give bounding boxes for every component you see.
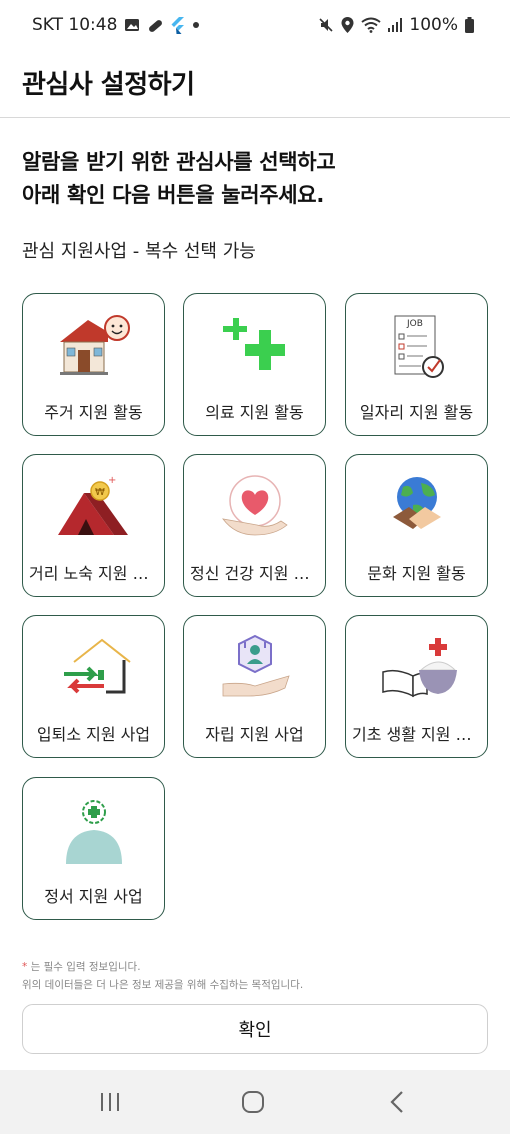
notification-dot-icon (192, 21, 200, 29)
location-icon (341, 17, 354, 33)
purpose-note: 위의 데이터들은 더 나은 정보 제공을 위해 수집하는 목적입니다. (22, 979, 304, 991)
selection-subtitle: 관심 지원사업 - 복수 선택 가능 (22, 241, 256, 262)
recent-apps-icon (101, 1093, 119, 1111)
category-card-self-reliance[interactable]: 자립 지원 사업 (183, 615, 326, 758)
book-rice-icon (377, 634, 457, 702)
in-out-house-icon (54, 634, 134, 702)
category-label: 정신 건강 지원 활동 (190, 564, 319, 583)
category-label: 기초 생활 지원 사업 (352, 725, 481, 744)
status-right: 100% (318, 15, 474, 35)
category-card-emotional[interactable]: 정서 지원 사업 (22, 777, 165, 920)
required-note: * 는 필수 입력 정보입니다. (22, 958, 303, 976)
mute-icon (318, 17, 334, 33)
info-note: * 는 필수 입력 정보입니다. 위의 데이터들은 더 나은 정보 제공을 위해… (22, 958, 303, 994)
battery-percent: 100% (409, 15, 458, 35)
medical-cross-icon (215, 312, 295, 380)
required-note-text: 는 필수 입력 정보입니다. (27, 961, 141, 973)
flutter-icon (171, 16, 185, 34)
category-card-mental-health[interactable]: 정신 건강 지원 활동 (183, 454, 326, 597)
category-label: 주거 지원 활동 (44, 403, 143, 422)
globe-handshake-icon (377, 473, 457, 541)
wifi-icon (361, 17, 382, 33)
svg-text:₩: ₩ (95, 487, 105, 498)
home-icon (242, 1091, 264, 1113)
category-card-culture[interactable]: 문화 지원 활동 (345, 454, 488, 597)
self-reliance-icon (215, 634, 295, 702)
pill-icon (147, 17, 164, 34)
gallery-icon (124, 17, 140, 33)
category-card-medical[interactable]: 의료 지원 활동 (183, 293, 326, 436)
house-icon (54, 312, 134, 380)
instruction-line-1: 알람을 받기 위한 관심사를 선택하고 (22, 150, 336, 174)
status-bar: SKT 10:48 100% (0, 0, 510, 50)
svg-text:+: + (108, 475, 116, 486)
category-card-housing[interactable]: 주거 지원 활동 (22, 293, 165, 436)
battery-icon (465, 17, 474, 33)
instruction-line-2: 아래 확인 다음 버튼을 눌러주세요. (22, 183, 325, 207)
category-card-basic-living[interactable]: 기초 생활 지원 사업 (345, 615, 488, 758)
category-label: 정서 지원 사업 (44, 887, 143, 906)
category-label: 일자리 지원 활동 (359, 403, 474, 422)
tent-icon: ₩ + (54, 473, 134, 541)
instruction-text: 알람을 받기 위한 관심사를 선택하고 아래 확인 다음 버튼을 눌러주세요. (22, 146, 336, 212)
page-title: 관심사 설정하기 (22, 70, 195, 100)
category-card-jobs[interactable]: JOB 일자리 지원 활동 (345, 293, 488, 436)
home-button[interactable] (238, 1088, 268, 1116)
app-header: 관심사 설정하기 (0, 50, 510, 118)
category-label: 입퇴소 지원 사업 (36, 725, 151, 744)
back-button[interactable] (382, 1088, 412, 1116)
category-label: 의료 지원 활동 (205, 403, 304, 422)
carrier-time: SKT 10:48 (32, 15, 118, 35)
status-left: SKT 10:48 (32, 15, 200, 35)
job-checklist-icon: JOB (377, 312, 457, 380)
category-label: 자립 지원 사업 (205, 725, 304, 744)
svg-text:JOB: JOB (406, 319, 423, 329)
category-label: 문화 지원 활동 (367, 564, 466, 583)
signal-icon (388, 18, 403, 32)
category-card-homeless[interactable]: ₩ + 거리 노숙 지원 활동 (22, 454, 165, 597)
category-card-admission[interactable]: 입퇴소 지원 사업 (22, 615, 165, 758)
system-nav-bar (0, 1070, 510, 1134)
back-icon (390, 1091, 403, 1113)
confirm-button[interactable]: 확인 (22, 1004, 488, 1054)
recent-apps-button[interactable] (95, 1088, 125, 1116)
emotional-support-icon (54, 796, 134, 864)
category-label: 거리 노숙 지원 활동 (29, 564, 158, 583)
heart-hand-icon (215, 473, 295, 541)
